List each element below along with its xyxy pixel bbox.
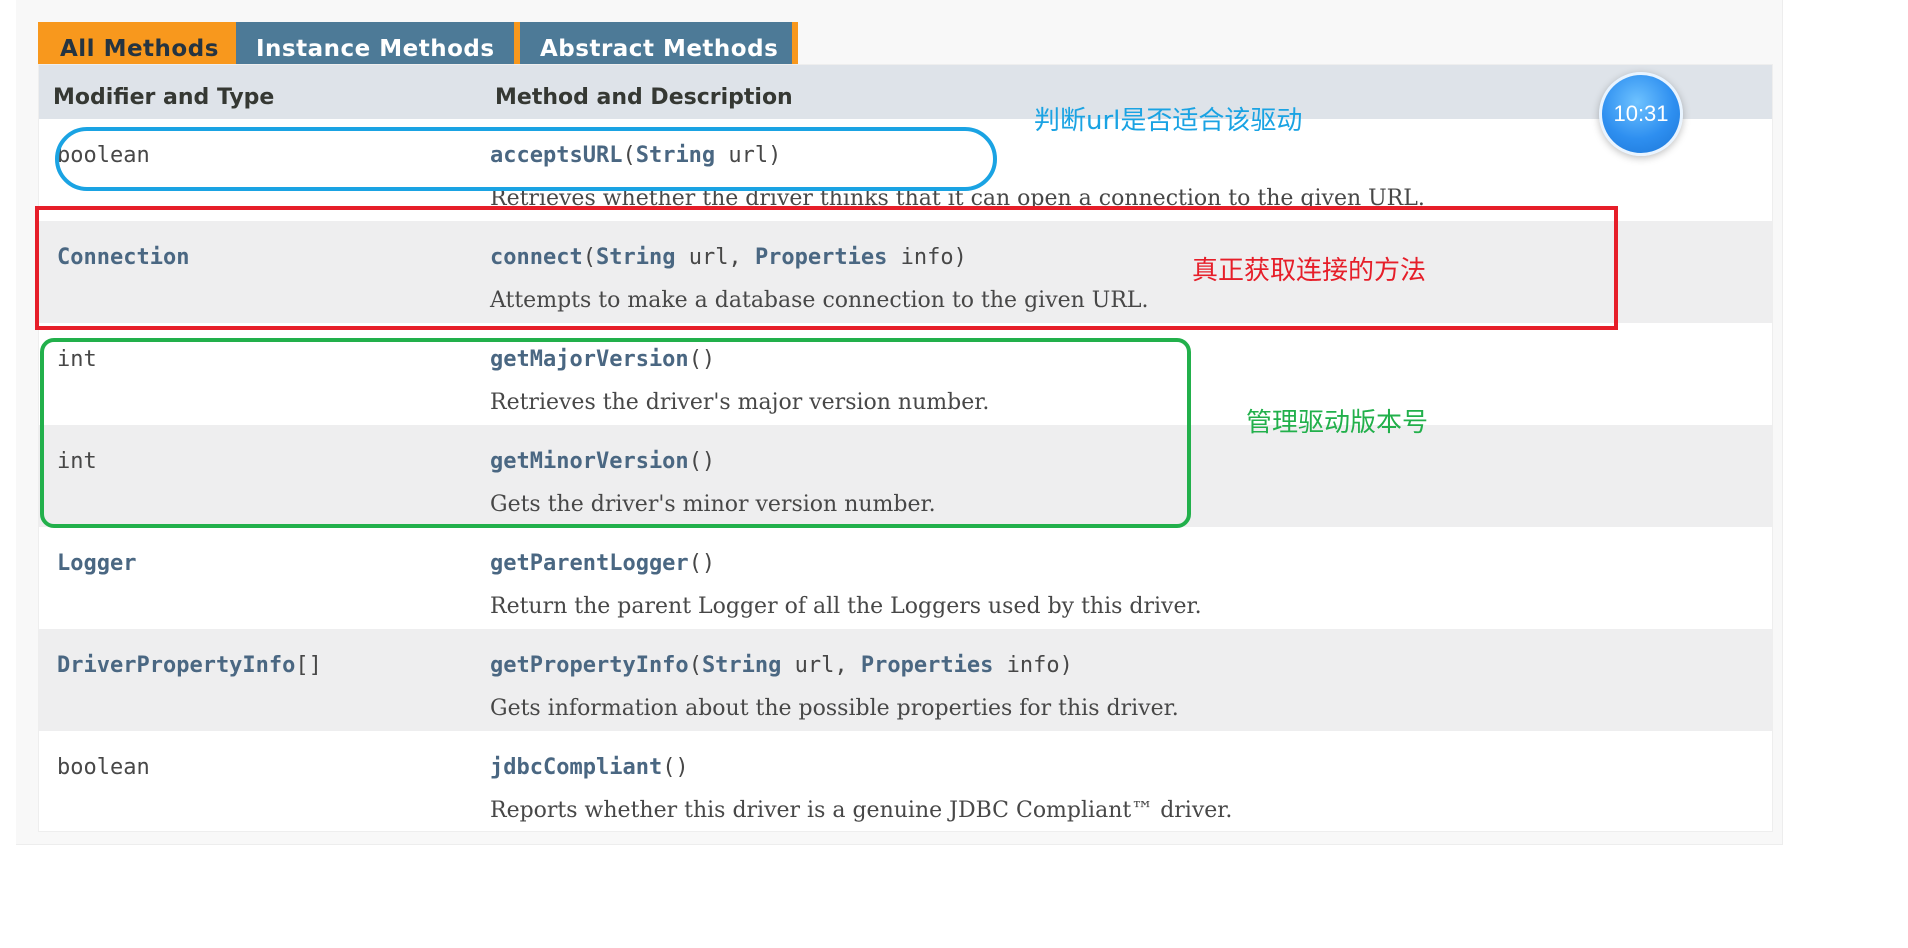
return-type: Logger [57,551,136,576]
signature-text: () [688,551,716,576]
tab-instance-methods[interactable]: Instance Methods [236,22,520,64]
method-signature: jdbcCompliant() [490,755,689,780]
signature-text: () [662,755,689,780]
method-link[interactable]: jdbcCompliant [490,755,662,780]
clock-widget[interactable]: 10:31 [1599,72,1683,156]
method-description: Gets information about the possible prop… [490,696,1179,721]
type-link[interactable]: DriverPropertyInfo [57,653,295,678]
green-highlight-box [40,338,1191,528]
column-header-method: Method and Description [495,85,793,110]
return-type: boolean [57,755,150,780]
table-row: Logger getParentLogger() Return the parent… [39,527,1772,629]
method-link[interactable]: getPropertyInfo [490,653,689,678]
tab-all-methods[interactable]: All Methods [38,22,236,64]
signature-text: url, [781,653,861,678]
annotation-version: 管理驱动版本号 [1246,408,1429,438]
method-description: Reports whether this driver is a genuine… [490,798,1233,823]
signature-text: ( [688,653,702,678]
type-name: boolean [57,755,150,780]
method-description: Return the parent Logger of all the Logg… [490,594,1202,619]
blue-highlight-box [55,127,997,191]
annotation-connect: 真正获取连接的方法 [1192,256,1427,286]
signature-text: info) [993,653,1073,678]
table-header: Modifier and Type Method and Description [39,65,1772,119]
table-row: boolean jdbcCompliant() Reports whether th… [39,731,1772,833]
return-type: DriverPropertyInfo[] [57,653,322,678]
type-suffix: [] [295,653,322,678]
param-type-link[interactable]: String [702,653,781,678]
method-signature: getParentLogger() [490,551,715,576]
annotation-accepts-url: 判断url是否适合该驱动 [1034,106,1303,136]
method-signature: getPropertyInfo(String url, Properties i… [490,653,1073,678]
type-link[interactable]: Logger [57,551,136,576]
method-link[interactable]: getParentLogger [490,551,689,576]
param-type-link[interactable]: Properties [861,653,993,678]
method-tabs: All Methods Instance Methods Abstract Me… [38,22,798,64]
clock-time: 10:31 [1613,101,1669,126]
table-row: DriverPropertyInfo[] getPropertyInfo(Stri… [39,629,1772,731]
tab-abstract-methods[interactable]: Abstract Methods [520,22,798,64]
column-header-modifier: Modifier and Type [53,85,275,110]
